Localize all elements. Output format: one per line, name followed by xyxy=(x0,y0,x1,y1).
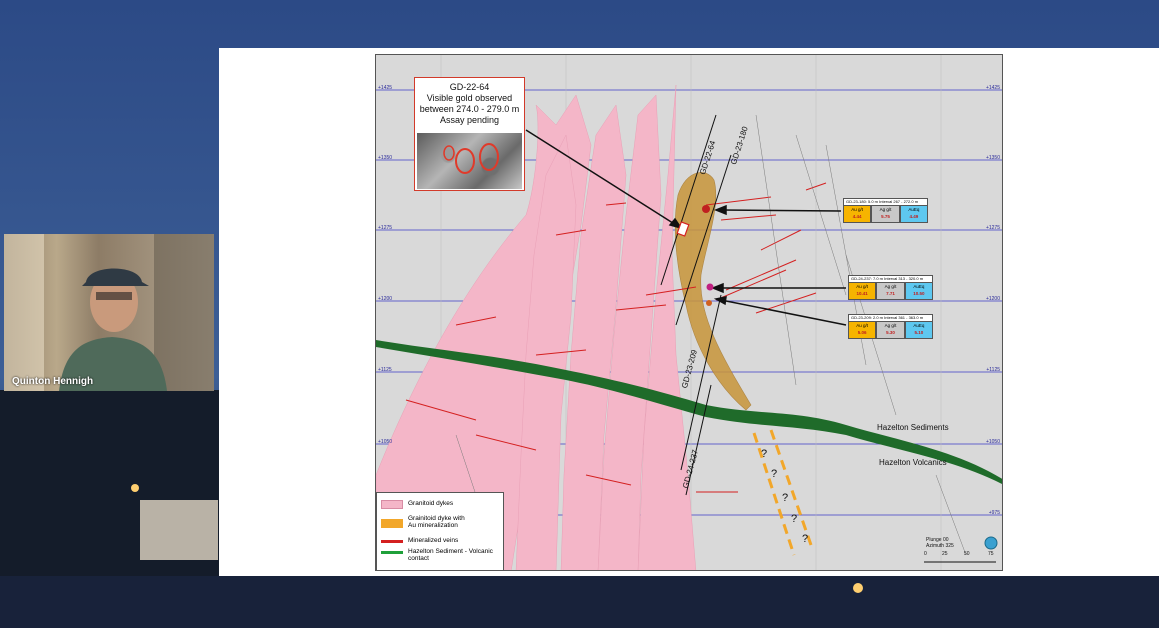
question-mark: ? xyxy=(771,468,778,480)
unit-label-volcanics: Hazelton Volcanics xyxy=(879,458,947,467)
ag-cell: Ag g/t 5.75 xyxy=(871,206,900,223)
participant-video-tile[interactable]: Quinton Hennigh xyxy=(4,234,214,391)
elevation-label: +975 xyxy=(988,510,1000,516)
au-cell: Au g/t 5.06 xyxy=(848,322,877,339)
legend-item-veins: Mineralized veins xyxy=(381,537,458,544)
elevation-label: +1125 xyxy=(378,367,392,373)
legend-swatch xyxy=(381,540,403,543)
assay-header: GD-23-209: 2.0 m Interval 361 - 363.0 m xyxy=(848,314,933,322)
unit-label-sediments: Hazelton Sediments xyxy=(877,423,949,432)
question-mark: ? xyxy=(802,533,809,545)
elevation-label: +1125 xyxy=(986,367,1000,373)
callout-line: Visible gold observed xyxy=(426,93,513,103)
scale-bar: Plunge 00 Azimuth 325 0 25 50 75 xyxy=(924,537,994,557)
elevation-label: +1350 xyxy=(985,155,1000,161)
elevation-label: +1200 xyxy=(378,296,393,302)
elevation-label: +1275 xyxy=(378,225,393,231)
callout-title: GD-22-64 xyxy=(449,82,490,92)
elevation-label: +1200 xyxy=(985,296,1000,302)
aueq-cell: AuEq 4.49 xyxy=(899,206,928,223)
elevation-label: +1050 xyxy=(985,439,1000,445)
legend-swatch xyxy=(381,500,403,509)
elevation-label: +1425 xyxy=(985,85,1000,91)
core-photo xyxy=(417,133,522,189)
elevation-label: +1275 xyxy=(985,225,1000,231)
scale-tick: 25 xyxy=(942,551,948,557)
legend-swatch xyxy=(381,519,403,528)
participant-video xyxy=(4,234,214,391)
assay-table-gd-23-180: GD-23-180: 5.0 m Interval 267 - 272.0 m … xyxy=(843,198,928,223)
question-mark: ? xyxy=(791,513,798,525)
map-legend: Granitoid dykes Grainitoid dyke with Au m… xyxy=(376,492,504,570)
assay-table-gd-24-237: GD-24-237: 7.0 m Interval 313 - 320.0 m … xyxy=(848,275,933,300)
elevation-label: +1425 xyxy=(378,85,393,91)
elevation-label: +1050 xyxy=(378,439,393,445)
elevation-label: +1350 xyxy=(378,155,393,161)
ag-cell: Ag g/t 5.30 xyxy=(876,322,905,339)
legend-item-dykes: Granitoid dykes xyxy=(381,500,453,509)
participant-name: Quinton Hennigh xyxy=(12,376,94,387)
assay-table-gd-23-209: GD-23-209: 2.0 m Interval 361 - 363.0 m … xyxy=(848,314,933,339)
au-cell: Au g/t 4.44 xyxy=(843,206,872,223)
legend-item-au-dyke: Grainitoid dyke with Au mineralization xyxy=(381,515,465,529)
aueq-cell: AuEq 10.50 xyxy=(904,283,933,300)
geology-section-map: +1425 +1425 +1350 +1350 +1275 +1275 +120… xyxy=(375,54,1003,571)
scale-tick: 75 xyxy=(988,551,994,557)
aueq-cell: AuEq 5.10 xyxy=(904,322,933,339)
callout-line: Assay pending xyxy=(439,115,500,125)
assay-header: GD-24-237: 7.0 m Interval 313 - 320.0 m xyxy=(848,275,933,283)
visible-gold-callout: GD-22-64 Visible gold observed between 2… xyxy=(414,77,525,191)
ag-cell: Ag g/t 7.71 xyxy=(876,283,905,300)
legend-item-contact: Hazelton Sediment - Volcanic contact xyxy=(381,548,493,562)
scale-tick: 0 xyxy=(924,551,927,557)
assay-header: GD-23-180: 5.0 m Interval 267 - 272.0 m xyxy=(843,198,928,206)
question-mark: ? xyxy=(761,448,768,460)
au-cell: Au g/t 10.41 xyxy=(848,283,877,300)
legend-swatch xyxy=(381,551,403,554)
question-mark: ? xyxy=(782,492,789,504)
callout-line: between 274.0 - 279.0 m xyxy=(419,104,520,114)
scale-tick: 50 xyxy=(964,551,970,557)
